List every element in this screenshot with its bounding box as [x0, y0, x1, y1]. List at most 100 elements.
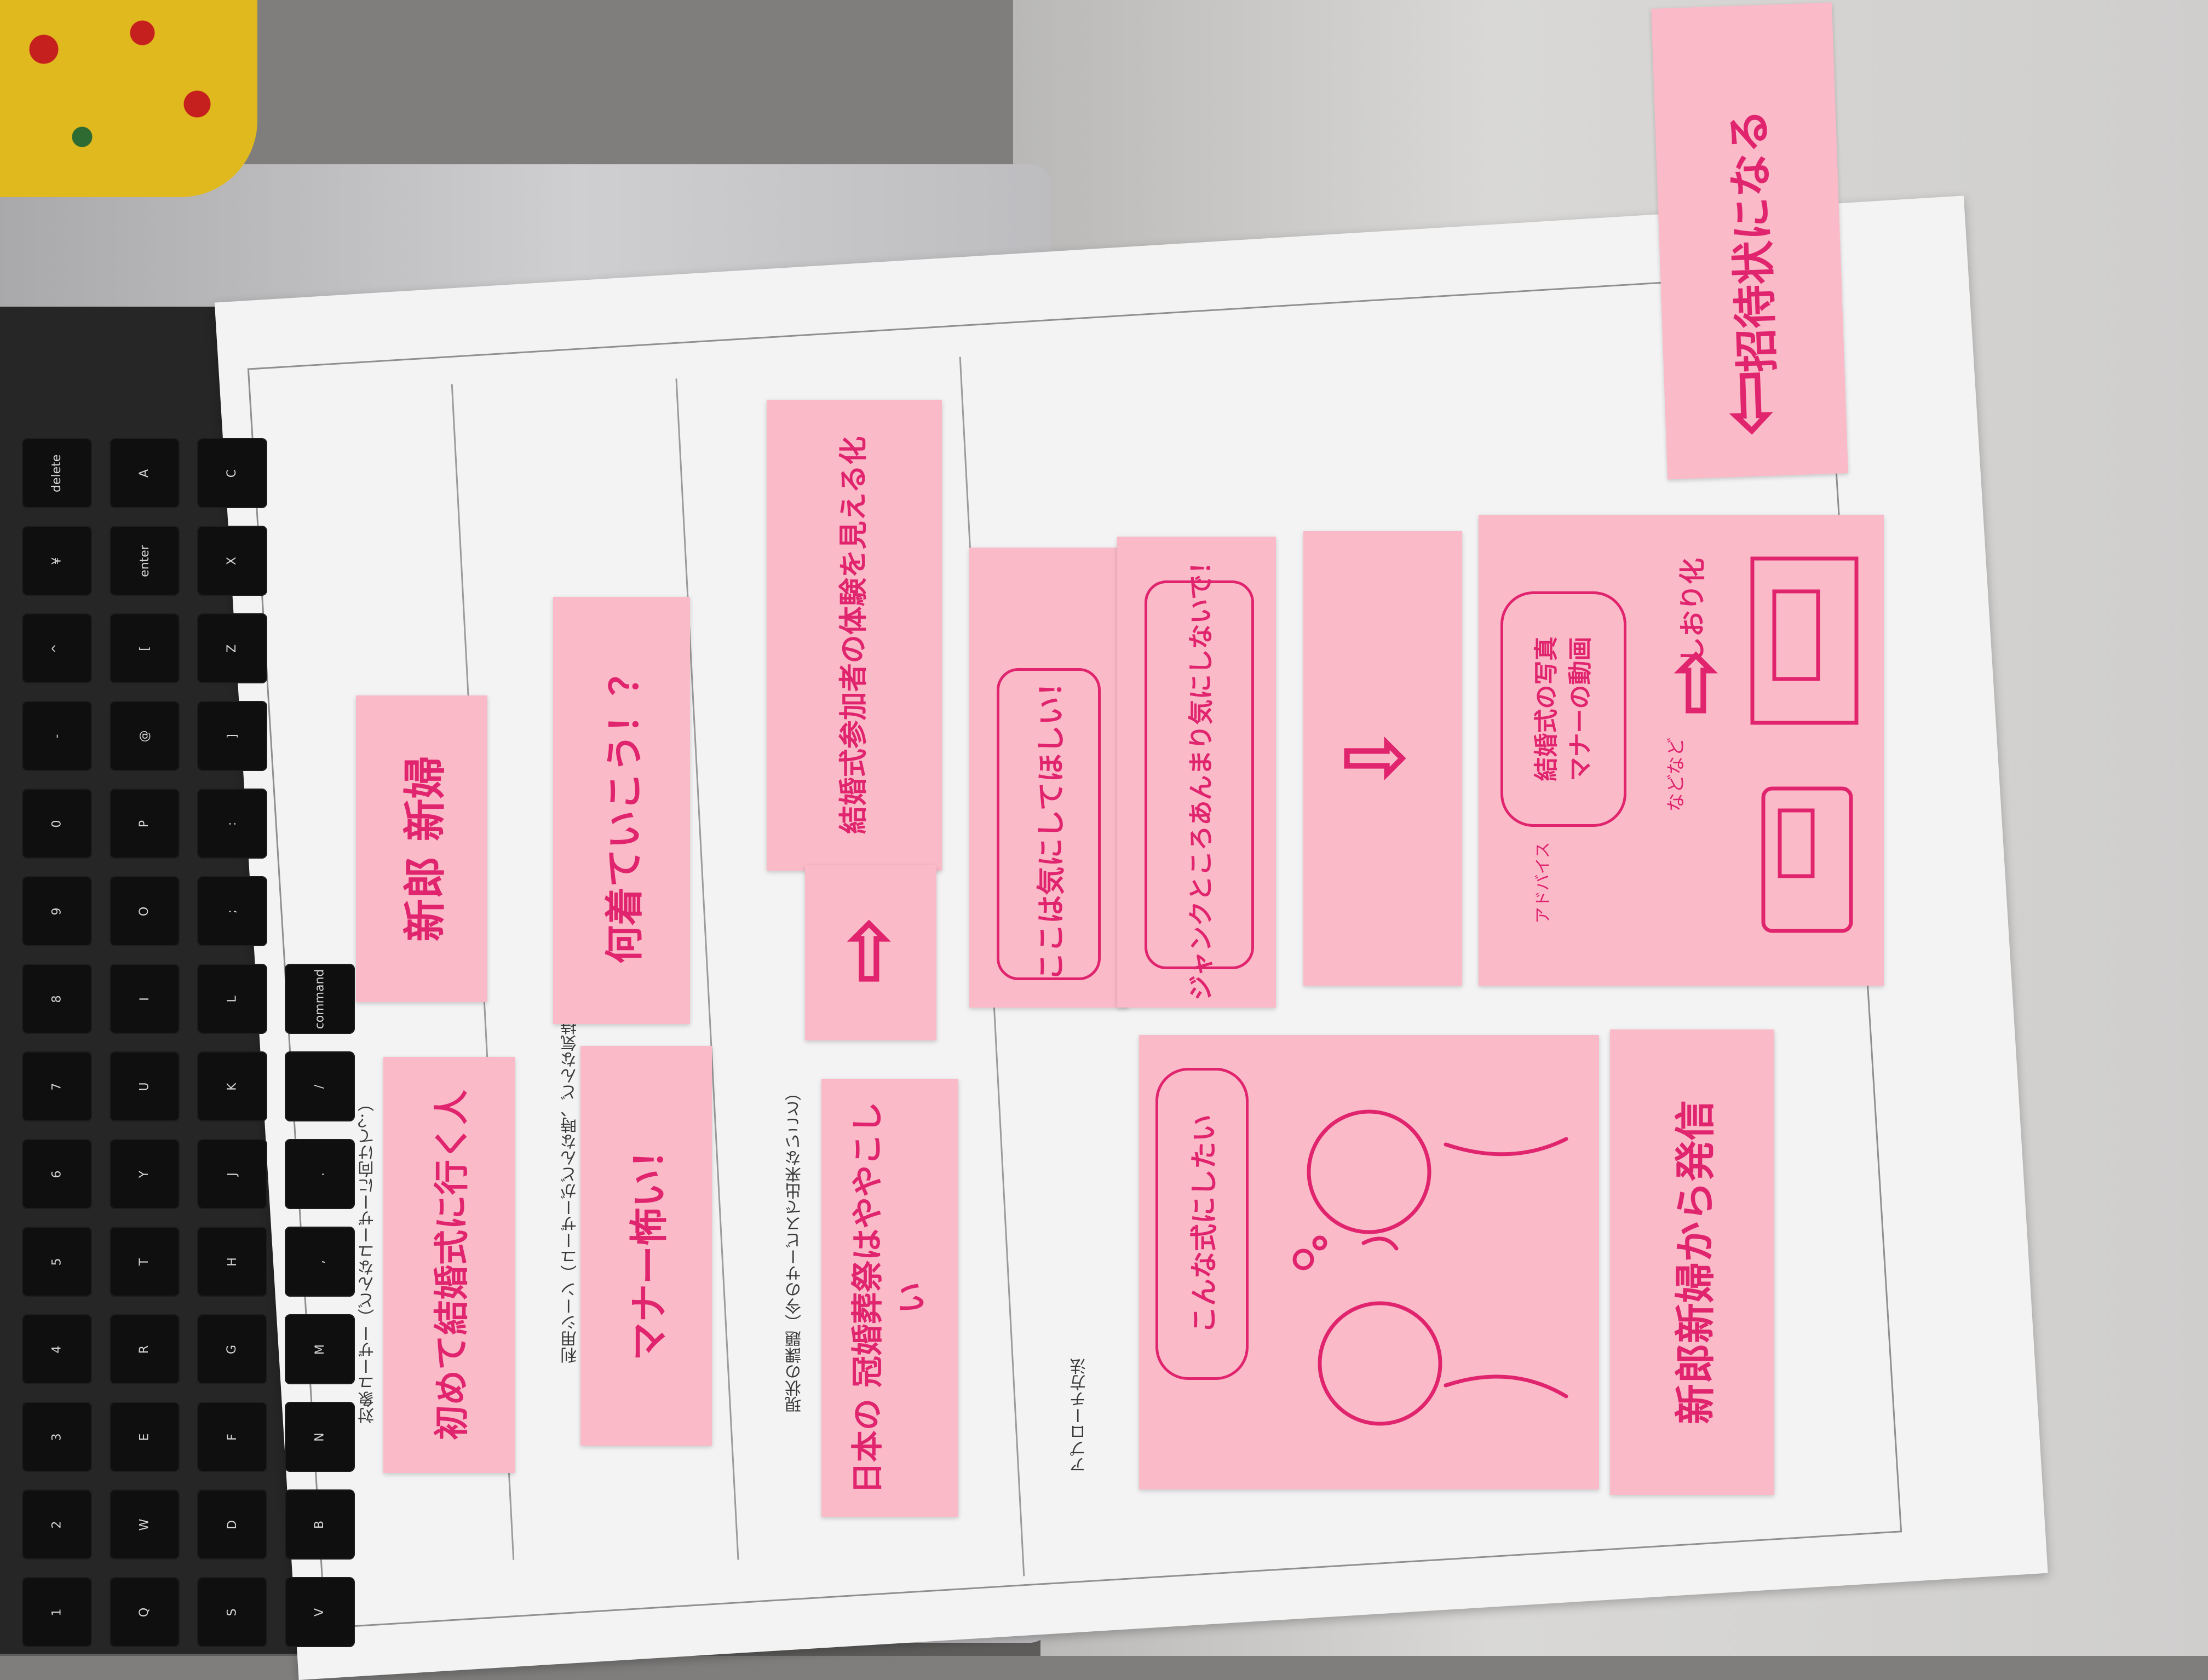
- key-label: ,: [313, 1259, 327, 1264]
- key-label: delete: [50, 454, 64, 492]
- keyboard-key[interactable]: W: [110, 1489, 180, 1560]
- key-label: J: [225, 1172, 239, 1176]
- section-label-target-user: 対象ユーザー（どんなユーザーに向けて？）: [358, 1095, 377, 1424]
- keyboard-key[interactable]: H: [197, 1227, 267, 1297]
- keyboard-key[interactable]: Z: [197, 613, 267, 683]
- keyboard-key[interactable]: [: [110, 613, 180, 683]
- keyboard-key[interactable]: ;: [197, 876, 267, 946]
- bubble-line-1: 結婚式の写真: [1532, 637, 1561, 781]
- keyboard-key[interactable]: K: [197, 1051, 267, 1121]
- speech-bubble: ここは気にしてほしい！: [997, 668, 1101, 980]
- keyboard-key[interactable]: O: [110, 876, 180, 946]
- keyboard-key[interactable]: L: [197, 964, 267, 1034]
- section-label-approach: アプローチ方法: [1070, 1358, 1089, 1473]
- keyboard-key[interactable]: 0: [22, 789, 92, 859]
- keyboard-key[interactable]: enter: [110, 526, 180, 596]
- key-label: U: [137, 1081, 152, 1091]
- key-label: F: [225, 1433, 239, 1441]
- etc-label: などなど: [1665, 737, 1688, 812]
- arrow-icon: ⇦: [1700, 366, 1798, 439]
- key-label: ]: [225, 733, 239, 739]
- keyboard-key[interactable]: I: [110, 964, 180, 1034]
- keyboard-key[interactable]: @: [110, 701, 180, 771]
- key-label: enter: [137, 544, 152, 577]
- key-label: @: [137, 730, 152, 742]
- keyboard-key[interactable]: 1: [22, 1577, 92, 1647]
- key-label: 6: [50, 1170, 64, 1178]
- advice-label: アドバイス: [1533, 842, 1553, 924]
- key-label: -: [50, 734, 64, 738]
- keyboard-key[interactable]: T: [110, 1227, 180, 1297]
- key-label: S: [225, 1608, 239, 1616]
- note-text: 招待状になる: [1723, 108, 1784, 373]
- key-label: I: [137, 997, 152, 1001]
- keyboard-key[interactable]: V: [285, 1577, 355, 1647]
- key-label: 5: [50, 1258, 64, 1265]
- keyboard-key[interactable]: /: [285, 1051, 355, 1121]
- key-label: 3: [50, 1433, 64, 1441]
- keyboard-key[interactable]: Y: [110, 1139, 180, 1209]
- arrow-icon: ⇨: [1646, 647, 1741, 716]
- keyboard-key[interactable]: -: [22, 701, 92, 771]
- keyboard-key[interactable]: G: [197, 1314, 267, 1384]
- sticky-note-arrow-down: ⇩: [1303, 531, 1462, 986]
- keyboard-key[interactable]: F: [197, 1402, 267, 1472]
- keyboard-key[interactable]: 8: [22, 964, 92, 1034]
- keyboard-key[interactable]: S: [197, 1577, 267, 1647]
- key-label: E: [137, 1433, 152, 1441]
- keyboard-key[interactable]: X: [197, 526, 267, 596]
- sticky-note-arrow-right: ⇨: [805, 865, 936, 1040]
- note-text: マナー怖い！: [626, 1131, 672, 1361]
- key-label: ¥: [50, 557, 64, 565]
- keyboard-key[interactable]: P: [110, 789, 180, 859]
- key-label: O: [137, 906, 152, 916]
- sticky-note-booklet: 結婚式の写真 マナーの動画 などなど しおり化 ⇨ アドバイス: [1479, 515, 1884, 986]
- keyboard-key[interactable]: U: [110, 1051, 180, 1121]
- keyboard-key[interactable]: ,: [285, 1227, 355, 1297]
- keyboard-key[interactable]: 6: [22, 1139, 92, 1209]
- sticky-note-invitation: 招待状になる ⇦: [1651, 2, 1848, 480]
- keyboard-key[interactable]: B: [285, 1489, 355, 1560]
- keyboard-key[interactable]: 5: [22, 1227, 92, 1297]
- key-label: N: [313, 1432, 327, 1442]
- key-label: G: [225, 1344, 239, 1354]
- key-label: 2: [50, 1521, 64, 1528]
- keyboard-key[interactable]: 3: [22, 1402, 92, 1472]
- keyboard-key[interactable]: delete: [22, 438, 92, 508]
- sticky-note-japan-formality: 日本の 冠婚葬祭はややこしい: [821, 1079, 958, 1517]
- keyboard-key[interactable]: M: [285, 1314, 355, 1384]
- arrow-icon: ⇩: [1328, 724, 1424, 793]
- note-text: 結婚式の写真 マナーの動画: [1530, 637, 1597, 781]
- keyboard-key[interactable]: E: [110, 1402, 180, 1472]
- speech-bubble: 結婚式の写真 マナーの動画: [1500, 591, 1626, 827]
- keyboard-key[interactable]: .: [285, 1139, 355, 1209]
- thought-bubble: こんな式にしたい: [1155, 1068, 1249, 1380]
- key-label: X: [225, 556, 239, 565]
- key-label: [: [137, 646, 152, 651]
- keyboard-key[interactable]: :: [197, 789, 267, 859]
- keyboard-key[interactable]: ¥: [22, 526, 92, 596]
- keyboard-key[interactable]: D: [197, 1489, 267, 1560]
- keyboard-key[interactable]: A: [110, 438, 180, 508]
- keyboard-key[interactable]: R: [110, 1314, 180, 1384]
- keyboard-key[interactable]: ]: [197, 701, 267, 771]
- keyboard-key[interactable]: C: [197, 438, 267, 508]
- keyboard-key[interactable]: ^: [22, 613, 92, 683]
- key-label: M: [313, 1344, 327, 1355]
- keyboard-key[interactable]: J: [197, 1139, 267, 1209]
- key-label: K: [225, 1082, 239, 1091]
- key-label: R: [137, 1345, 152, 1354]
- keyboard-key[interactable]: 7: [22, 1051, 92, 1121]
- keyboard-key[interactable]: N: [285, 1402, 355, 1472]
- sticky-note-want-attention: ここは気にしてほしい！: [969, 548, 1128, 1008]
- keyboard-key[interactable]: Q: [110, 1577, 180, 1647]
- keyboard-key[interactable]: command: [285, 964, 355, 1034]
- keyboard-key[interactable]: 2: [22, 1489, 92, 1560]
- keyboard-key[interactable]: 4: [22, 1314, 92, 1384]
- section-label-current-issue: 現状の課題（今のサービスで出来ないこと）: [785, 1084, 804, 1413]
- speech-bubble: ジャンクところあんまり気にしないで！: [1145, 549, 1254, 1000]
- key-label: H: [225, 1257, 239, 1267]
- keyboard-key[interactable]: 9: [22, 876, 92, 946]
- note-text: 初めて結婚式に行く人: [432, 1090, 473, 1440]
- couple-sketch-icon: [1292, 1109, 1568, 1426]
